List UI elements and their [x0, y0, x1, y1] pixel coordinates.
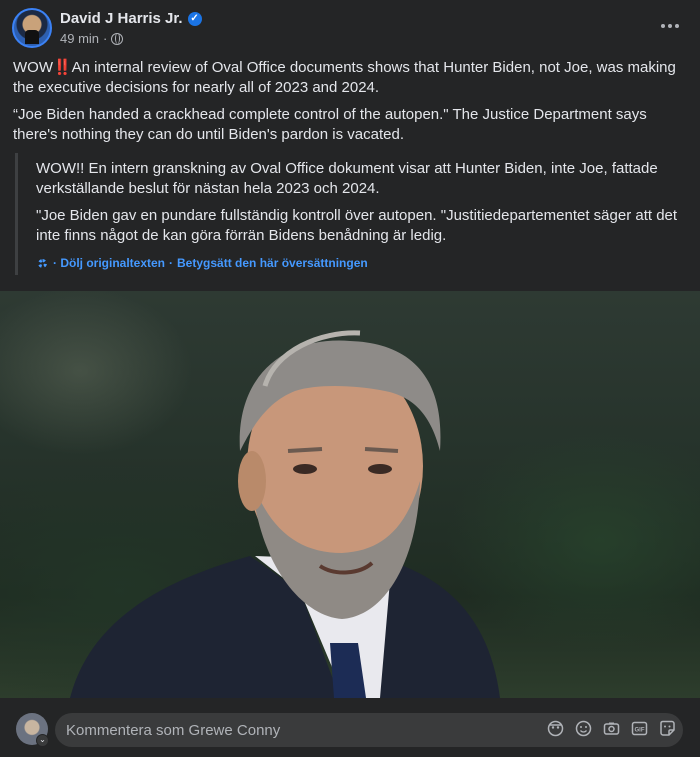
- comment-tools: GIF: [547, 720, 676, 737]
- translation-gear-icon[interactable]: [36, 257, 49, 270]
- translation-paragraph-2: "Joe Biden gav en pundare fullständig ko…: [36, 207, 678, 244]
- camera-icon[interactable]: [603, 720, 620, 737]
- post-paragraph-2: “Joe Biden handed a crackhead complete c…: [13, 106, 647, 143]
- author-avatar[interactable]: [12, 8, 52, 48]
- translation-paragraph-1: WOW!! En intern granskning av Oval Offic…: [36, 160, 658, 197]
- facebook-post: David J Harris Jr. ✓ 49 min · WOW‼️An in…: [0, 0, 700, 757]
- double-exclamation-emoji: ‼️: [52, 59, 72, 76]
- post-paragraph-1: WOW‼️An internal review of Oval Office d…: [13, 58, 686, 97]
- post-paragraph-1-prefix: WOW: [13, 59, 53, 76]
- avatar-sticker-icon[interactable]: [547, 720, 564, 737]
- post-text: WOW‼️An internal review of Oval Office d…: [13, 58, 686, 152]
- author-name[interactable]: David J Harris Jr.: [60, 10, 183, 27]
- more-options-icon[interactable]: [656, 14, 684, 38]
- emoji-icon[interactable]: [575, 720, 592, 737]
- post-header: David J Harris Jr. ✓ 49 min ·: [12, 8, 688, 50]
- comment-bar: ⌄ GIF: [0, 698, 700, 757]
- sticker-icon[interactable]: [659, 720, 676, 737]
- chevron-down-icon[interactable]: ⌄: [36, 734, 49, 747]
- post-paragraph-1-text: An internal review of Oval Office docume…: [13, 59, 676, 96]
- post-meta: 49 min ·: [60, 31, 124, 46]
- link-separator: ·: [169, 256, 174, 270]
- rate-translation-link[interactable]: Betygsätt den här översättningen: [177, 254, 368, 274]
- hide-original-link[interactable]: · Dölj originaltexten: [53, 254, 165, 274]
- verified-badge-icon: ✓: [187, 11, 202, 26]
- svg-text:GIF: GIF: [635, 727, 645, 733]
- photo-illustration: [70, 330, 500, 698]
- translation-links: · Dölj originaltexten · Betygsätt den hä…: [36, 254, 368, 274]
- post-timestamp[interactable]: 49 min: [60, 31, 99, 46]
- gif-icon[interactable]: GIF: [631, 720, 648, 737]
- author-row: David J Harris Jr. ✓: [60, 10, 202, 27]
- globe-icon[interactable]: [111, 32, 124, 45]
- meta-separator: ·: [103, 31, 108, 46]
- post-photo[interactable]: [0, 291, 700, 698]
- translation-block: WOW!! En intern granskning av Oval Offic…: [15, 153, 687, 275]
